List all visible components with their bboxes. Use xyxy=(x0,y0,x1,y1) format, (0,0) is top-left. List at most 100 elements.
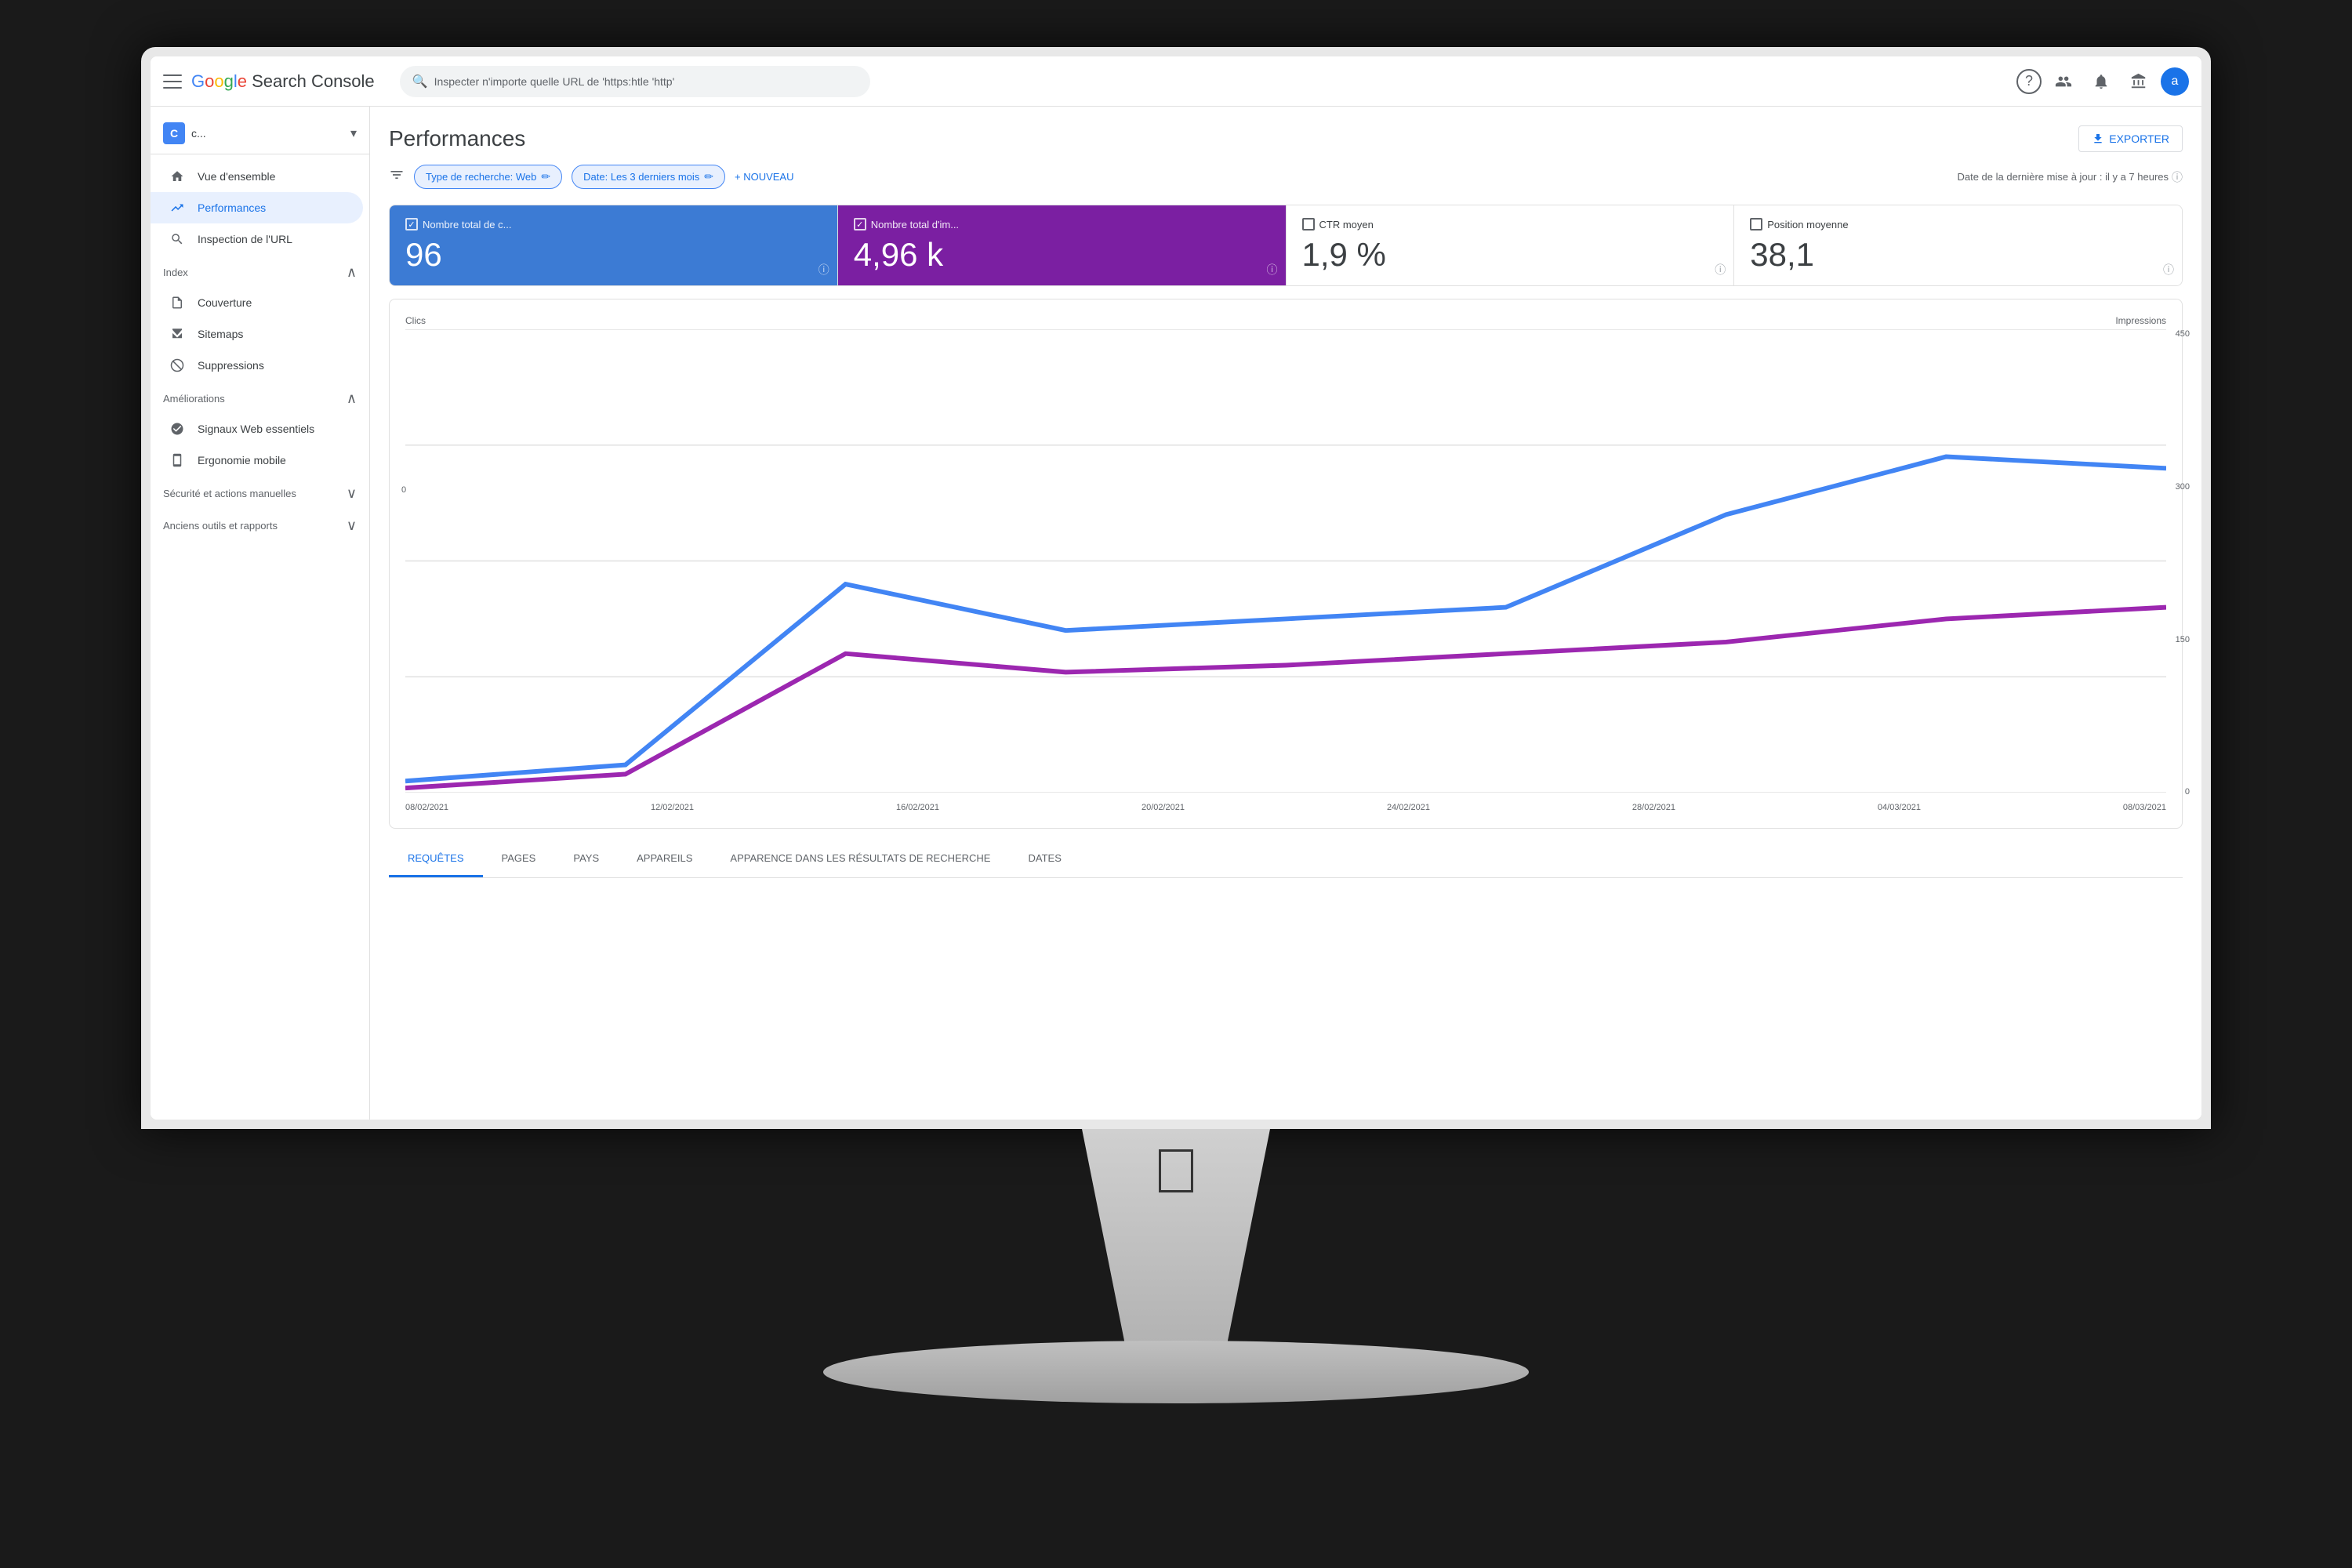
impressions-info-icon[interactable]: ⓘ xyxy=(1267,262,1278,278)
index-toggle-icon[interactable]: ∧ xyxy=(347,264,357,281)
sidebar-label-vue-ensemble: Vue d'ensemble xyxy=(198,170,275,183)
monitor-screen: Google Search Console 🔍 Inspecter n'impo… xyxy=(141,47,2211,1129)
sidebar-item-ergonomie[interactable]: Ergonomie mobile xyxy=(151,445,363,476)
filter-bar: Type de recherche: Web ✏ Date: Les 3 der… xyxy=(389,165,2183,189)
main-content: C c... ▾ Vue d'ensemble xyxy=(151,107,2201,1120)
avatar-button[interactable]: a xyxy=(2161,67,2189,96)
ctr-info-icon[interactable]: ⓘ xyxy=(1715,262,1726,278)
securite-section-header[interactable]: Sécurité et actions manuelles ∨ xyxy=(151,479,369,508)
sidebar-item-couverture[interactable]: Couverture xyxy=(151,287,363,318)
metric-position[interactable]: Position moyenne 38,1 ⓘ xyxy=(1734,205,2182,285)
clics-info-icon[interactable]: ⓘ xyxy=(818,262,829,278)
home-icon xyxy=(169,169,185,184)
property-icon: C xyxy=(163,122,185,144)
x-label-7: 08/03/2021 xyxy=(2123,803,2166,812)
last-update: Date de la dernière mise à jour : il y a… xyxy=(1957,169,2183,185)
chart-container: Clics Impressions xyxy=(389,299,2183,829)
x-label-1: 12/02/2021 xyxy=(651,803,694,812)
couverture-icon xyxy=(169,295,185,310)
property-name: c... xyxy=(191,127,344,140)
securite-toggle-icon[interactable]: ∨ xyxy=(347,485,357,502)
sidebar-item-performances[interactable]: Performances xyxy=(151,192,363,223)
tabs-bar: REQUÊTES PAGES PAYS APPAREILS xyxy=(389,841,2183,878)
clics-label: Nombre total de c... xyxy=(423,219,511,230)
monitor-stand-base xyxy=(823,1341,1529,1403)
metric-clics[interactable]: ✓ Nombre total de c... 96 ⓘ xyxy=(390,205,838,285)
position-value: 38,1 xyxy=(1750,237,2166,273)
sidebar: C c... ▾ Vue d'ensemble xyxy=(151,107,370,1120)
menu-button[interactable] xyxy=(163,74,182,89)
type-recherche-filter[interactable]: Type de recherche: Web ✏ xyxy=(414,165,562,189)
x-label-5: 28/02/2021 xyxy=(1632,803,1675,812)
sidebar-item-suppressions[interactable]: Suppressions xyxy=(151,350,363,381)
ctr-label: CTR moyen xyxy=(1319,219,1374,230)
sidebar-item-sitemaps[interactable]: Sitemaps xyxy=(151,318,363,350)
chart-y-right-label: Impressions xyxy=(2115,315,2166,326)
notifications-button[interactable] xyxy=(2085,66,2117,97)
y-axis-left: 0 xyxy=(401,482,406,496)
search-bar[interactable]: 🔍 Inspecter n'importe quelle URL de 'htt… xyxy=(400,66,870,97)
x-axis-labels: 08/02/2021 12/02/2021 16/02/2021 20/02/2… xyxy=(405,803,2166,812)
impressions-line xyxy=(405,457,2166,782)
edit-type-icon: ✏ xyxy=(541,170,550,183)
top-nav: Google Search Console 🔍 Inspecter n'impo… xyxy=(151,56,2201,107)
position-checkbox[interactable] xyxy=(1750,218,1762,230)
sidebar-item-signaux[interactable]: Signaux Web essentiels xyxy=(151,413,363,445)
page-header: Performances EXPORTER xyxy=(389,125,2183,152)
main-panel: Performances EXPORTER xyxy=(370,107,2201,1120)
position-info-icon[interactable]: ⓘ xyxy=(2163,262,2174,278)
x-label-3: 20/02/2021 xyxy=(1142,803,1185,812)
clics-line xyxy=(405,608,2166,789)
sidebar-label-couverture: Couverture xyxy=(198,296,252,309)
chart-svg xyxy=(405,329,2166,793)
mac-monitor: Google Search Console 🔍 Inspecter n'impo… xyxy=(141,47,2211,1568)
sidebar-item-inspection-url[interactable]: Inspection de l'URL xyxy=(151,223,363,255)
signaux-icon xyxy=(169,421,185,437)
metric-impressions[interactable]: ✓ Nombre total d'im... 4,96 k ⓘ xyxy=(838,205,1287,285)
apps-button[interactable] xyxy=(2123,66,2154,97)
tab-requetes[interactable]: REQUÊTES xyxy=(389,841,483,877)
anciens-section-header[interactable]: Anciens outils et rapports ∨ xyxy=(151,511,369,540)
info-icon: ⓘ xyxy=(2172,169,2183,185)
chart-y-left-label: Clics xyxy=(405,315,426,326)
filter-icon xyxy=(389,167,405,187)
position-label: Position moyenne xyxy=(1767,219,1848,230)
sidebar-label-sitemaps: Sitemaps xyxy=(198,328,243,340)
accounts-button[interactable] xyxy=(2048,66,2079,97)
brand-name: Google Search Console xyxy=(191,71,375,92)
x-label-4: 24/02/2021 xyxy=(1387,803,1430,812)
securite-section-title: Sécurité et actions manuelles xyxy=(163,488,296,499)
mobile-icon xyxy=(169,452,185,468)
x-label-2: 16/02/2021 xyxy=(896,803,939,812)
sidebar-label-inspection: Inspection de l'URL xyxy=(198,233,292,245)
anciens-toggle-icon[interactable]: ∨ xyxy=(347,517,357,534)
ctr-value: 1,9 % xyxy=(1302,237,1719,273)
property-selector[interactable]: C c... ▾ xyxy=(151,113,369,154)
sidebar-label-performances: Performances xyxy=(198,201,266,214)
ameliorations-toggle-icon[interactable]: ∧ xyxy=(347,390,357,407)
clics-checkbox[interactable]: ✓ xyxy=(405,218,418,230)
metric-ctr[interactable]: CTR moyen 1,9 % ⓘ xyxy=(1287,205,1735,285)
date-filter[interactable]: Date: Les 3 derniers mois ✏ xyxy=(572,165,725,189)
suppressions-icon xyxy=(169,358,185,373)
property-dropdown-icon[interactable]: ▾ xyxy=(350,125,357,141)
help-button[interactable]: ? xyxy=(2016,69,2042,94)
nav-icons: ? a xyxy=(2016,66,2189,97)
ctr-checkbox[interactable] xyxy=(1302,218,1315,230)
sidebar-item-vue-ensemble[interactable]: Vue d'ensemble xyxy=(151,161,363,192)
tab-appareils[interactable]: APPAREILS xyxy=(618,841,711,877)
x-label-0: 08/02/2021 xyxy=(405,803,448,812)
gsc-app: Google Search Console 🔍 Inspecter n'impo… xyxy=(151,56,2201,1120)
tab-dates[interactable]: DATES xyxy=(1009,841,1080,877)
tab-pages[interactable]: PAGES xyxy=(483,841,555,877)
impressions-checkbox[interactable]: ✓ xyxy=(854,218,866,230)
sidebar-label-signaux: Signaux Web essentiels xyxy=(198,423,314,435)
sitemaps-icon xyxy=(169,326,185,342)
export-button[interactable]: EXPORTER xyxy=(2078,125,2183,152)
impressions-label: Nombre total d'im... xyxy=(871,219,959,230)
ameliorations-section-header: Améliorations ∧ xyxy=(151,384,369,413)
add-filter-button[interactable]: + NOUVEAU xyxy=(735,171,794,183)
tab-pays[interactable]: PAYS xyxy=(554,841,618,877)
tab-apparence[interactable]: APPARENCE DANS LES RÉSULTATS DE RECHERCH… xyxy=(711,841,1009,877)
metrics-row: ✓ Nombre total de c... 96 ⓘ xyxy=(389,205,2183,286)
